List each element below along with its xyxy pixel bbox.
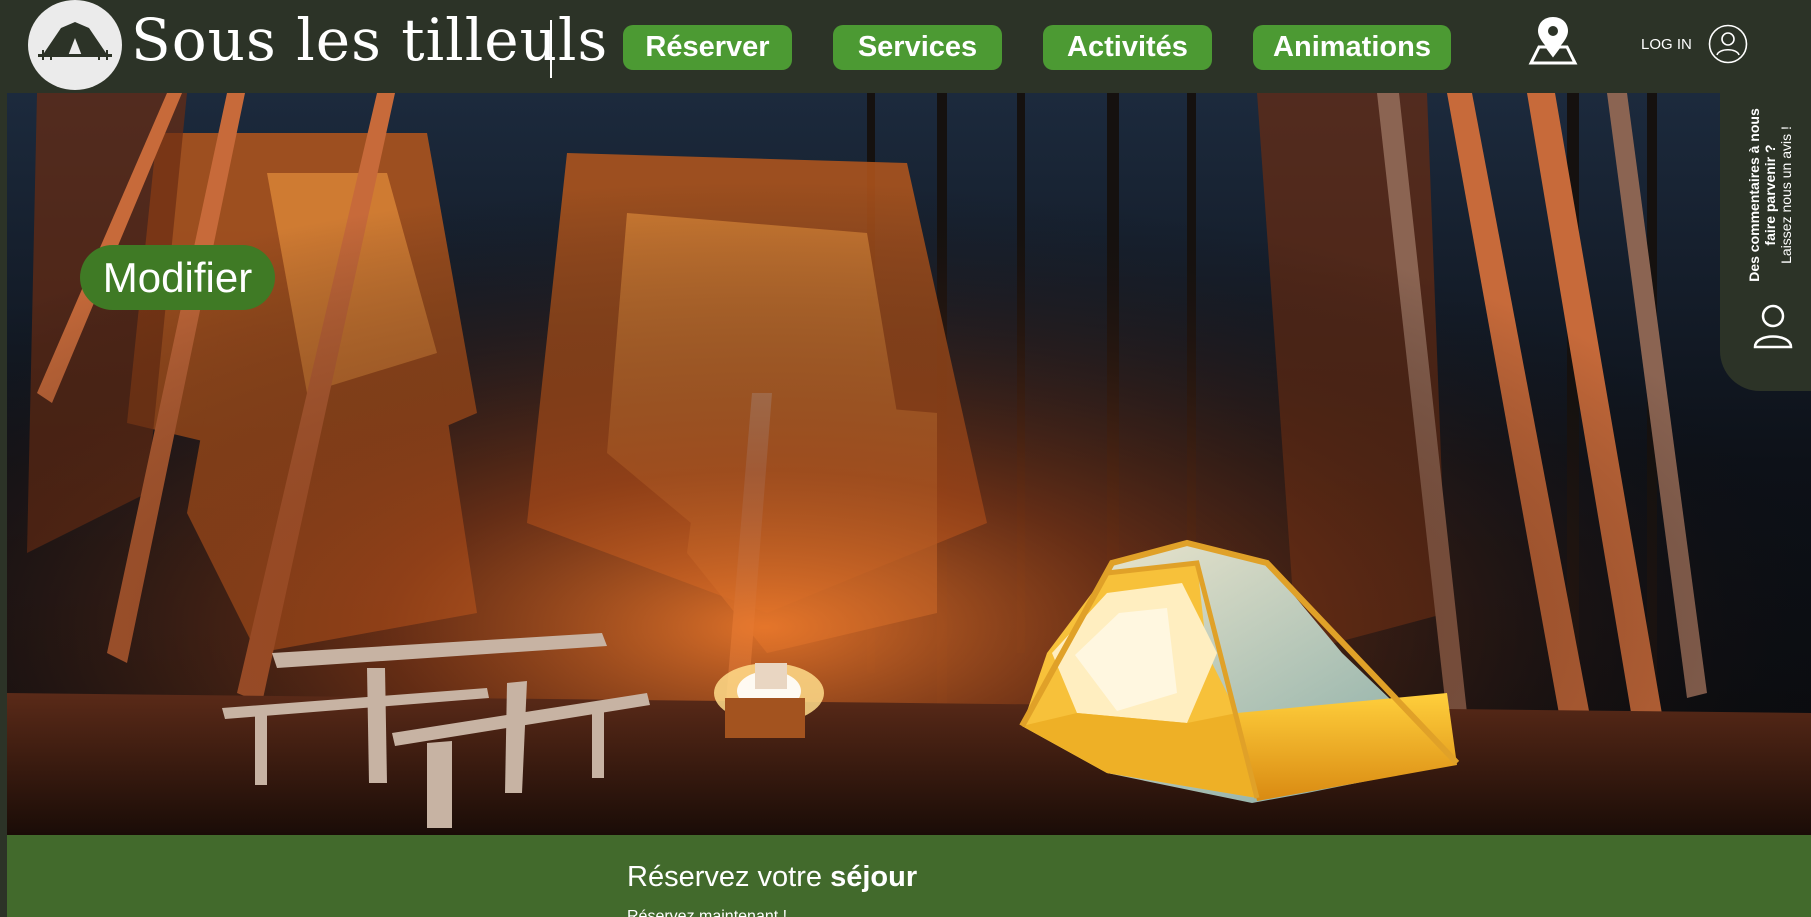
- site-header: Sous les tilleuls Réserver Services Acti…: [0, 0, 1811, 93]
- nav-activites-button[interactable]: Activités: [1043, 25, 1212, 70]
- modifier-button[interactable]: Modifier: [80, 245, 275, 310]
- feedback-subtitle: Laissez nous un avis !: [1778, 126, 1794, 264]
- user-icon[interactable]: [1752, 303, 1794, 349]
- feedback-title: Des commentaires à nous faire parvenir ?: [1746, 108, 1778, 282]
- site-logo[interactable]: [28, 0, 122, 90]
- nav-services-button[interactable]: Services: [833, 25, 1002, 70]
- nav-reserver-button[interactable]: Réserver: [623, 25, 792, 70]
- user-circle-icon[interactable]: [1708, 24, 1748, 64]
- booking-section: Réservez votre séjour Réservez maintenan…: [7, 835, 1811, 917]
- booking-title-prefix: Réservez votre: [627, 861, 831, 893]
- feedback-text[interactable]: Des commentaires à nous faire parvenir ?…: [1746, 100, 1794, 290]
- page: Modifier Sous les tilleuls Réserver Serv…: [0, 0, 1811, 917]
- campsite-hero-image: [7, 93, 1811, 835]
- site-title: Sous les tilleuls: [131, 6, 609, 74]
- hero-banner: Modifier: [7, 93, 1811, 835]
- nav-animations-button[interactable]: Animations: [1253, 25, 1451, 70]
- map-pin-icon[interactable]: [1527, 13, 1579, 67]
- booking-title: Réservez votre séjour: [627, 861, 917, 894]
- title-divider: [550, 20, 552, 78]
- booking-title-emphasis: séjour: [830, 861, 918, 893]
- tent-logo-icon: [38, 22, 112, 60]
- login-label[interactable]: LOG IN: [1641, 36, 1692, 53]
- booking-subtitle: Réservez maintenant !: [627, 908, 788, 917]
